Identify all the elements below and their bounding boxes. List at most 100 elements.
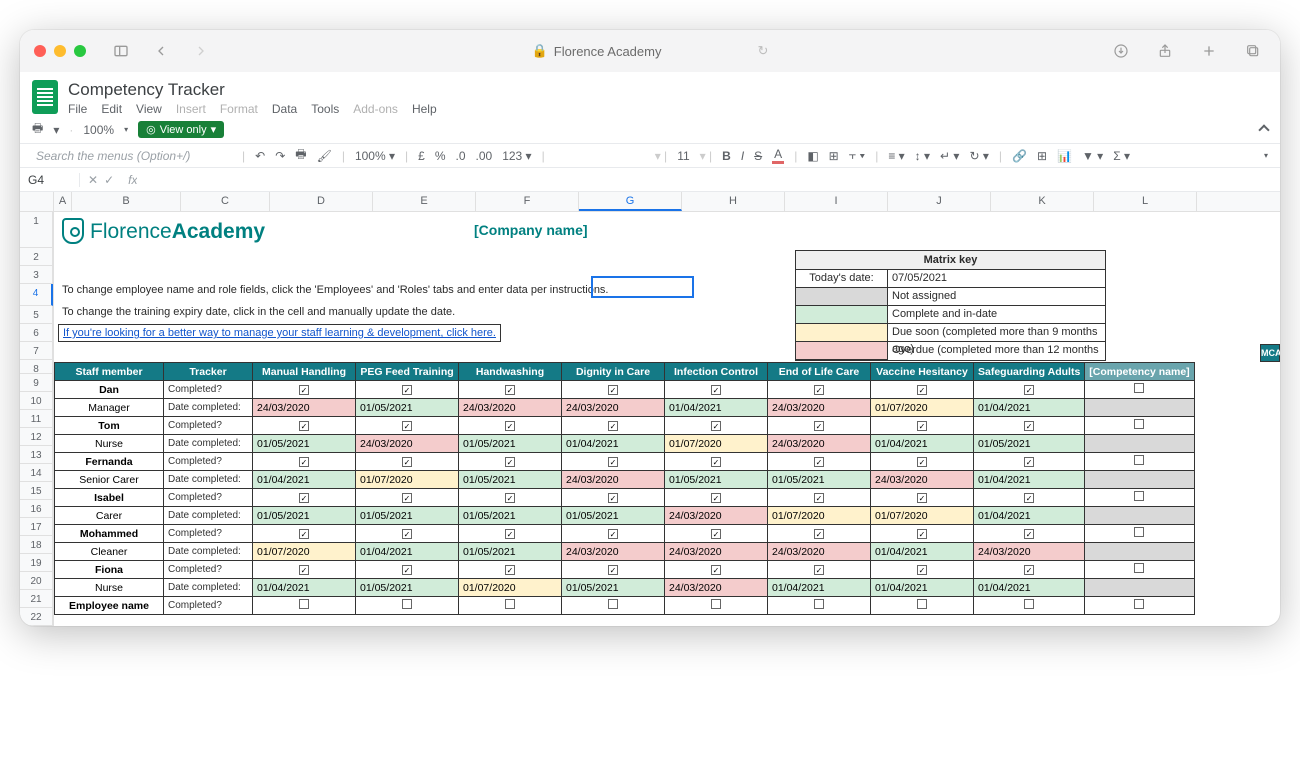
date-cell[interactable]: 01/05/2021 xyxy=(253,435,356,453)
date-cell[interactable]: 01/05/2021 xyxy=(459,507,562,525)
chart-icon[interactable]: 📊 xyxy=(1057,149,1072,163)
date-cell[interactable]: 01/04/2021 xyxy=(768,579,871,597)
functions-icon[interactable]: Σ ▾ xyxy=(1113,149,1130,163)
share-icon[interactable] xyxy=(1152,38,1178,64)
date-cell[interactable]: 24/03/2020 xyxy=(665,507,768,525)
menu-data[interactable]: Data xyxy=(272,102,297,116)
checkbox[interactable]: ✓ xyxy=(917,457,927,467)
menu-format[interactable]: Format xyxy=(220,102,258,116)
forward-button[interactable] xyxy=(188,38,214,64)
number-format[interactable]: 123 ▾ xyxy=(502,149,531,163)
column-header[interactable]: Tracker xyxy=(164,363,253,381)
menu-tools[interactable]: Tools xyxy=(311,102,339,116)
spreadsheet-grid[interactable]: A B C D E F G H I J K L 1 2 3 4 5 6 7 8 … xyxy=(20,192,1280,626)
date-cell[interactable]: 01/05/2021 xyxy=(459,471,562,489)
minimize-window-button[interactable] xyxy=(54,45,66,57)
date-cell[interactable] xyxy=(1085,399,1194,417)
date-cell[interactable]: 24/03/2020 xyxy=(665,579,768,597)
checkbox[interactable]: ✓ xyxy=(1024,457,1034,467)
date-cell[interactable]: 24/03/2020 xyxy=(562,399,665,417)
date-cell[interactable]: 24/03/2020 xyxy=(768,543,871,561)
menu-addons[interactable]: Add-ons xyxy=(353,102,398,116)
column-header[interactable]: Dignity in Care xyxy=(562,363,665,381)
date-cell[interactable]: 24/03/2020 xyxy=(665,543,768,561)
date-cell[interactable]: 01/04/2021 xyxy=(253,579,356,597)
column-header[interactable]: PEG Feed Training xyxy=(356,363,459,381)
date-cell[interactable]: 01/04/2021 xyxy=(871,435,974,453)
staff-role-cell[interactable]: Manager xyxy=(55,399,164,417)
checkbox[interactable]: ✓ xyxy=(711,493,721,503)
staff-role-cell[interactable]: Cleaner xyxy=(55,543,164,561)
date-cell[interactable]: 01/05/2021 xyxy=(253,507,356,525)
redo-icon[interactable]: ↷ xyxy=(275,149,285,163)
menu-edit[interactable]: Edit xyxy=(101,102,122,116)
cancel-formula-icon[interactable]: ✕ xyxy=(88,173,98,187)
print-icon[interactable]: 🖶 xyxy=(32,119,43,140)
menu-insert[interactable]: Insert xyxy=(176,102,206,116)
checkbox[interactable]: ✓ xyxy=(711,565,721,575)
text-color-icon[interactable]: A xyxy=(772,147,784,164)
borders-icon[interactable]: ⊞ xyxy=(829,149,839,163)
checkbox[interactable]: ✓ xyxy=(608,565,618,575)
column-header[interactable]: Manual Handling xyxy=(253,363,356,381)
zoom2[interactable]: 100% ▾ xyxy=(355,149,395,163)
date-cell[interactable]: 24/03/2020 xyxy=(871,471,974,489)
checkbox[interactable]: ✓ xyxy=(299,421,309,431)
date-cell[interactable]: 24/03/2020 xyxy=(562,543,665,561)
date-cell[interactable]: 24/03/2020 xyxy=(253,399,356,417)
downloads-icon[interactable] xyxy=(1108,38,1134,64)
checkbox[interactable]: ✓ xyxy=(299,385,309,395)
wrap-icon[interactable]: ↵ ▾ xyxy=(940,149,959,163)
strike-icon[interactable]: S xyxy=(754,149,762,163)
print2-icon[interactable]: 🖶 xyxy=(295,145,306,166)
date-cell[interactable]: 01/04/2021 xyxy=(974,399,1085,417)
date-cell[interactable]: 24/03/2020 xyxy=(459,399,562,417)
date-cell[interactable]: 01/07/2020 xyxy=(356,471,459,489)
zoom-select[interactable]: 100% xyxy=(83,123,114,137)
date-cell[interactable]: 01/05/2021 xyxy=(356,399,459,417)
staff-name-cell[interactable]: Employee name xyxy=(55,597,164,615)
checkbox[interactable] xyxy=(505,599,515,609)
filter2-icon[interactable]: ▼ ▾ xyxy=(1082,149,1103,163)
rotate-icon[interactable]: ↻ ▾ xyxy=(969,149,988,163)
date-cell[interactable]: 01/07/2020 xyxy=(253,543,356,561)
address-bar[interactable]: 🔒 Florence Academy ↻ xyxy=(532,43,769,59)
checkbox[interactable]: ✓ xyxy=(505,565,515,575)
checkbox[interactable]: ✓ xyxy=(917,565,927,575)
close-window-button[interactable] xyxy=(34,45,46,57)
tabs-icon[interactable] xyxy=(1240,38,1266,64)
date-cell[interactable]: 01/04/2021 xyxy=(974,579,1085,597)
font-size[interactable]: 11 xyxy=(677,149,689,163)
name-box[interactable]: G4 xyxy=(20,173,80,187)
staff-name-cell[interactable]: Dan xyxy=(55,381,164,399)
date-cell[interactable]: 01/07/2020 xyxy=(665,435,768,453)
column-header[interactable]: Safeguarding Adults xyxy=(974,363,1085,381)
checkbox[interactable]: ✓ xyxy=(505,493,515,503)
date-cell[interactable]: 01/04/2021 xyxy=(871,579,974,597)
filter-icon[interactable]: ▾ xyxy=(53,123,59,137)
staff-name-cell[interactable]: Mohammed xyxy=(55,525,164,543)
date-cell[interactable] xyxy=(1085,579,1194,597)
date-cell[interactable]: 01/04/2021 xyxy=(974,507,1085,525)
checkbox[interactable]: ✓ xyxy=(402,385,412,395)
row-headers[interactable]: 1 2 3 4 5 6 7 8 9 101112 131415 161718 1… xyxy=(20,212,54,626)
checkbox[interactable]: ✓ xyxy=(505,385,515,395)
staff-name-cell[interactable]: Isabel xyxy=(55,489,164,507)
menu-help[interactable]: Help xyxy=(412,102,437,116)
menu-file[interactable]: File xyxy=(68,102,87,116)
date-cell[interactable]: 01/05/2021 xyxy=(768,471,871,489)
checkbox[interactable]: ✓ xyxy=(1024,529,1034,539)
increase-decimal-icon[interactable]: .00 xyxy=(476,149,493,163)
company-name-cell[interactable]: [Company name] xyxy=(474,222,588,238)
checkbox[interactable]: ✓ xyxy=(711,457,721,467)
staff-name-cell[interactable]: Fernanda xyxy=(55,453,164,471)
bold-icon[interactable]: B xyxy=(722,149,731,163)
checkbox[interactable]: ✓ xyxy=(402,493,412,503)
date-cell[interactable]: 24/03/2020 xyxy=(768,399,871,417)
checkbox[interactable] xyxy=(1134,527,1144,537)
new-tab-icon[interactable] xyxy=(1196,38,1222,64)
checkbox[interactable]: ✓ xyxy=(1024,385,1034,395)
checkbox[interactable]: ✓ xyxy=(917,385,927,395)
date-cell[interactable]: 01/05/2021 xyxy=(665,471,768,489)
checkbox[interactable]: ✓ xyxy=(814,493,824,503)
